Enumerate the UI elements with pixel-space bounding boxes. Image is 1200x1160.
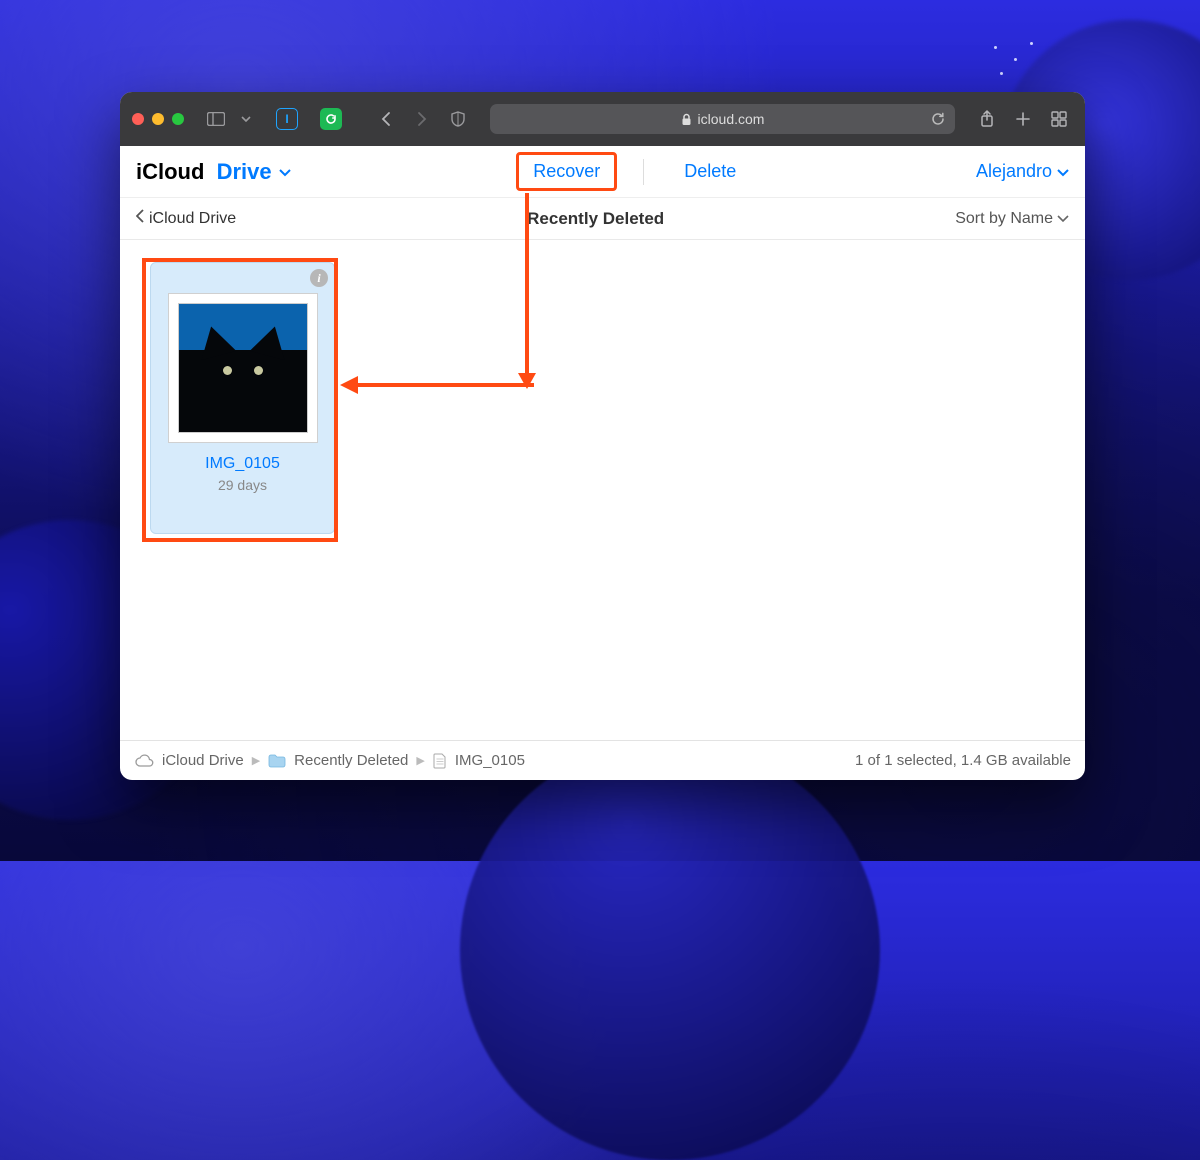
address-url: icloud.com: [698, 111, 765, 127]
chevron-down-icon: [1057, 210, 1069, 228]
new-tab-button[interactable]: [1009, 105, 1037, 133]
window-controls: [132, 113, 184, 125]
footer-crumb-0[interactable]: iCloud Drive: [162, 752, 244, 769]
share-button[interactable]: [973, 105, 1001, 133]
delete-button[interactable]: Delete: [670, 155, 750, 188]
file-subtitle: 29 days: [151, 477, 334, 493]
header-actions: Recover Delete: [291, 152, 976, 191]
document-icon: [433, 753, 447, 769]
user-name: Alejandro: [976, 161, 1052, 182]
tab-overview-button[interactable]: [1045, 105, 1073, 133]
file-item-selected[interactable]: i IMG_0105 29 days: [150, 262, 335, 534]
folder-icon: [268, 754, 286, 768]
window-maximize-button[interactable]: [172, 113, 184, 125]
footer-crumb-2[interactable]: IMG_0105: [455, 752, 525, 769]
sidebar-toggle-button[interactable]: [202, 105, 230, 133]
sort-menu[interactable]: Sort by Name: [955, 210, 1069, 228]
app-title[interactable]: iCloud Drive: [136, 159, 291, 185]
browser-window: I icloud.com: [120, 92, 1085, 780]
subheader: iCloud Drive Recently Deleted Sort by Na…: [120, 198, 1085, 240]
chevron-down-icon: [279, 164, 291, 180]
window-minimize-button[interactable]: [152, 113, 164, 125]
app-title-icloud: iCloud: [136, 159, 204, 185]
page-title: Recently Deleted: [236, 209, 955, 229]
file-grid: i IMG_0105 29 days: [120, 240, 1085, 740]
sort-label: Sort by Name: [955, 210, 1053, 228]
breadcrumb-back-link[interactable]: iCloud Drive: [136, 209, 236, 228]
footer-breadcrumb: iCloud Drive ▶ Recently Deleted ▶ IMG_01…: [120, 740, 1085, 780]
forward-button[interactable]: [408, 105, 436, 133]
back-button[interactable]: [372, 105, 400, 133]
chevron-right-icon: ▶: [252, 754, 260, 767]
browser-titlebar: I icloud.com: [120, 92, 1085, 146]
info-icon[interactable]: i: [310, 269, 328, 287]
app-header: iCloud Drive Recover Delete Alejandro: [120, 146, 1085, 198]
action-divider: [643, 159, 644, 185]
privacy-report-button[interactable]: [444, 105, 472, 133]
breadcrumb-back-label: iCloud Drive: [149, 210, 236, 228]
app-title-drive: Drive: [217, 159, 272, 185]
extension-instapaper-icon[interactable]: I: [276, 108, 298, 130]
file-name: IMG_0105: [151, 455, 334, 473]
lock-icon: [681, 113, 692, 126]
footer-crumb-1[interactable]: Recently Deleted: [294, 752, 408, 769]
user-menu[interactable]: Alejandro: [976, 161, 1069, 182]
chevron-right-icon: ▶: [416, 754, 424, 767]
window-close-button[interactable]: [132, 113, 144, 125]
sidebar-dropdown-icon[interactable]: [238, 105, 254, 133]
cloud-icon: [134, 754, 154, 768]
extension-grammarly-icon[interactable]: [320, 108, 342, 130]
recover-button[interactable]: Recover: [516, 152, 617, 191]
chevron-left-icon: [136, 209, 145, 228]
chevron-down-icon: [1057, 161, 1069, 182]
address-bar[interactable]: icloud.com: [490, 104, 955, 134]
file-thumbnail: [168, 293, 318, 443]
reload-button[interactable]: [931, 112, 945, 126]
footer-status: 1 of 1 selected, 1.4 GB available: [855, 752, 1071, 769]
annotation-arrow-file: [338, 373, 538, 402]
